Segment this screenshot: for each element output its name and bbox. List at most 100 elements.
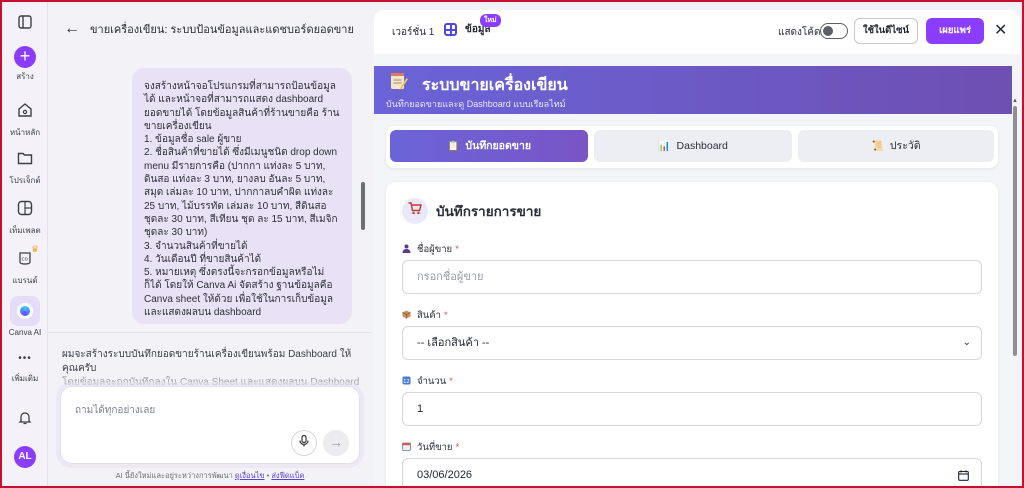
arrow-right-icon: → <box>329 434 343 450</box>
calendar-picker-icon[interactable] <box>958 459 969 486</box>
send-button[interactable]: → <box>323 430 349 456</box>
sidebar-toggle-button[interactable] <box>2 14 48 36</box>
seller-input[interactable]: กรอกชื่อผู้ขาย <box>402 260 982 294</box>
seller-input-placeholder: กรอกชื่อผู้ขาย <box>417 271 484 283</box>
home-icon <box>14 102 36 124</box>
more-label: เพิ่มเติม <box>11 374 39 383</box>
nav-home[interactable]: หน้าหลัก <box>2 102 48 139</box>
user-message-bubble: จงสร้างหน้าจอโปรแกรมที่สามารถป้อนข้อมูลไ… <box>132 68 352 324</box>
form-header: บันทึกรายการขาย <box>402 198 541 224</box>
user-message-line: 2. ชื่อสินค้าที่ขายได้ ซึ่งมีเมนูชนิด dr… <box>144 147 338 239</box>
tab-dashboard[interactable]: 📊 Dashboard <box>594 130 792 162</box>
notifications-button[interactable] <box>2 410 48 432</box>
plus-icon: + <box>14 46 36 68</box>
date-input[interactable]: 03/06/2026 <box>402 458 982 486</box>
bell-icon <box>14 410 36 432</box>
calendar-label-icon <box>402 442 411 453</box>
person-icon <box>402 244 411 255</box>
crown-icon: ♛ <box>31 244 40 254</box>
sales-form-card: บันทึกรายการขาย ชื่อผู้ขาย * กรอกชื่อผู้ข… <box>386 182 998 486</box>
version-selector[interactable]: เวอร์ชั่น 1 <box>392 25 434 40</box>
back-arrow-icon[interactable]: ← <box>64 20 80 38</box>
account-button[interactable]: AL <box>2 446 48 468</box>
clipboard-icon: 📋 <box>446 141 460 152</box>
app-subtitle: บันทึกยอดขายและดู Dashboard แบบเรียลไทม์ <box>386 99 566 109</box>
user-message-line: 1. ข้อมูลชื่อ sale ผู้ขาย <box>144 134 242 146</box>
create-button[interactable]: + สร้าง <box>2 46 48 83</box>
tab-history[interactable]: 📜 ประวัติ <box>798 130 994 162</box>
preview-scrollbar[interactable]: ▲ <box>1012 98 1018 466</box>
seller-label-text: ชื่อผู้ขาย <box>417 244 453 255</box>
quantity-input[interactable]: 1 <box>402 392 982 426</box>
disclaimer-text: AI นี้ยังใหม่และอยู่ระหว่างการพัฒนา <box>115 471 233 480</box>
sidebar-toggle-icon <box>14 14 36 36</box>
shopping-cart-icon <box>402 198 428 224</box>
home-label: หน้าหลัก <box>9 128 41 137</box>
product-select-value: -- เลือกสินค้า -- <box>417 337 490 349</box>
publish-button[interactable]: เผยแพร่ <box>926 18 984 44</box>
chat-input-placeholder: ถามได้ทุกอย่างเลย <box>75 405 156 416</box>
required-mark: * <box>455 244 459 255</box>
nav-brand[interactable]: ♛ co แบรนด์ <box>2 244 48 287</box>
scroll-up-icon[interactable]: ▲ <box>1012 98 1018 104</box>
use-in-design-button[interactable]: ใช้ในดีไซน์ <box>854 18 918 44</box>
scrollbar-thumb[interactable] <box>1013 106 1017 356</box>
chevron-down-icon: ⌄ <box>962 337 971 348</box>
assistant-message-line: ผมจะสร้างระบบบันทึกยอดขายร้านเครื่องเขีย… <box>62 349 352 374</box>
left-rail: + สร้าง หน้าหลัก โปรเจ็กต์ เท็มเพลต ♛ co <box>2 2 48 486</box>
chat-panel: ← ขายเครื่องเขียน: ระบบป้อนข้อมูลและแดชบ… <box>48 2 372 486</box>
feedback-link[interactable]: ส่งฟีดแบ็ค <box>271 471 304 480</box>
app-title: ระบบขายเครื่องเขียน <box>422 77 568 94</box>
required-mark: * <box>449 376 453 387</box>
close-icon[interactable]: ✕ <box>994 20 1007 40</box>
app-tabs: 📋 บันทึกยอดขาย 📊 Dashboard 📜 ประวัติ <box>386 126 998 168</box>
table-icon <box>444 23 457 36</box>
template-icon <box>14 200 36 222</box>
seller-label: ชื่อผู้ขาย * <box>402 242 459 257</box>
user-message-line: 3. จำนวนสินค้าที่ขายได้ <box>144 240 248 252</box>
chat-header: ← ขายเครื่องเขียน: ระบบป้อนข้อมูลและแดชบ… <box>48 2 372 56</box>
assistant-message: ผมจะสร้างระบบบันทึกยอดขายร้านเครื่องเขีย… <box>62 348 362 390</box>
product-select[interactable]: -- เลือกสินค้า -- ⌄ <box>402 326 982 360</box>
canva-ai-icon <box>10 296 40 326</box>
user-message-line: จงสร้างหน้าจอโปรแกรมที่สามารถป้อนข้อมูลไ… <box>144 81 340 132</box>
bar-chart-icon: 📊 <box>658 141 671 152</box>
ai-disclaimer: AI นี้ยังใหม่และอยู่ระหว่างการพัฒนา ดูเง… <box>48 470 372 482</box>
package-icon <box>402 310 411 321</box>
date-input-value: 03/06/2026 <box>417 469 473 481</box>
tab-label: ประวัติ <box>889 140 921 152</box>
product-label-text: สินค้า <box>417 310 441 321</box>
app-header: ระบบขายเครื่องเขียน บันทึกยอดขายและดู Da… <box>374 66 1012 114</box>
terms-link[interactable]: ดูเงื่อนไข <box>235 471 265 480</box>
chat-input-box[interactable]: ถามได้ทุกอย่างเลย → <box>60 386 360 464</box>
form-title: บันทึกรายการขาย <box>436 204 542 219</box>
show-code-toggle[interactable] <box>820 23 848 39</box>
product-label: สินค้า * <box>402 308 448 323</box>
preview-panel: เวอร์ชั่น 1 ข้อมูล ใหม่ แสดงโค้ด ใช้ในดี… <box>374 10 1020 486</box>
folder-icon <box>14 150 36 172</box>
chat-scrollbar[interactable] <box>361 182 365 230</box>
chat-title: ขายเครื่องเขียน: ระบบป้อนข้อมูลและแดชบอร… <box>90 24 354 36</box>
tab-label: บันทึกยอดขาย <box>465 140 532 152</box>
brand-label: แบรนด์ <box>12 276 38 285</box>
user-message-line: 4. วันเดือนปี ที่ขายสินค้าได้ <box>144 253 262 265</box>
svg-text:12: 12 <box>403 379 409 385</box>
canva-ai-label: Canva AI <box>8 328 42 337</box>
disclaimer-separator: • <box>266 471 270 480</box>
canva-window: + สร้าง หน้าหลัก โปรเจ็กต์ เท็มเพลต ♛ co <box>2 2 1022 486</box>
microphone-icon <box>299 434 309 447</box>
scroll-icon: 📜 <box>871 141 884 152</box>
more-icon: ••• <box>18 353 32 364</box>
nav-projects[interactable]: โปรเจ็กต์ <box>2 150 48 187</box>
nav-templates[interactable]: เท็มเพลต <box>2 200 48 237</box>
quantity-input-value: 1 <box>417 403 424 415</box>
microphone-button[interactable] <box>291 430 317 456</box>
preview-toolbar: เวอร์ชั่น 1 ข้อมูล ใหม่ แสดงโค้ด ใช้ในดี… <box>374 10 1020 54</box>
nav-more[interactable]: ••• เพิ่มเติม <box>2 348 48 385</box>
tab-record-sales[interactable]: 📋 บันทึกยอดขาย <box>390 130 588 162</box>
required-mark: * <box>443 310 448 321</box>
nav-canva-ai[interactable]: Canva AI <box>2 296 48 337</box>
projects-label: โปรเจ็กต์ <box>9 176 41 185</box>
notepad-pencil-icon <box>390 71 408 96</box>
numbers-icon: 12 <box>402 376 411 387</box>
